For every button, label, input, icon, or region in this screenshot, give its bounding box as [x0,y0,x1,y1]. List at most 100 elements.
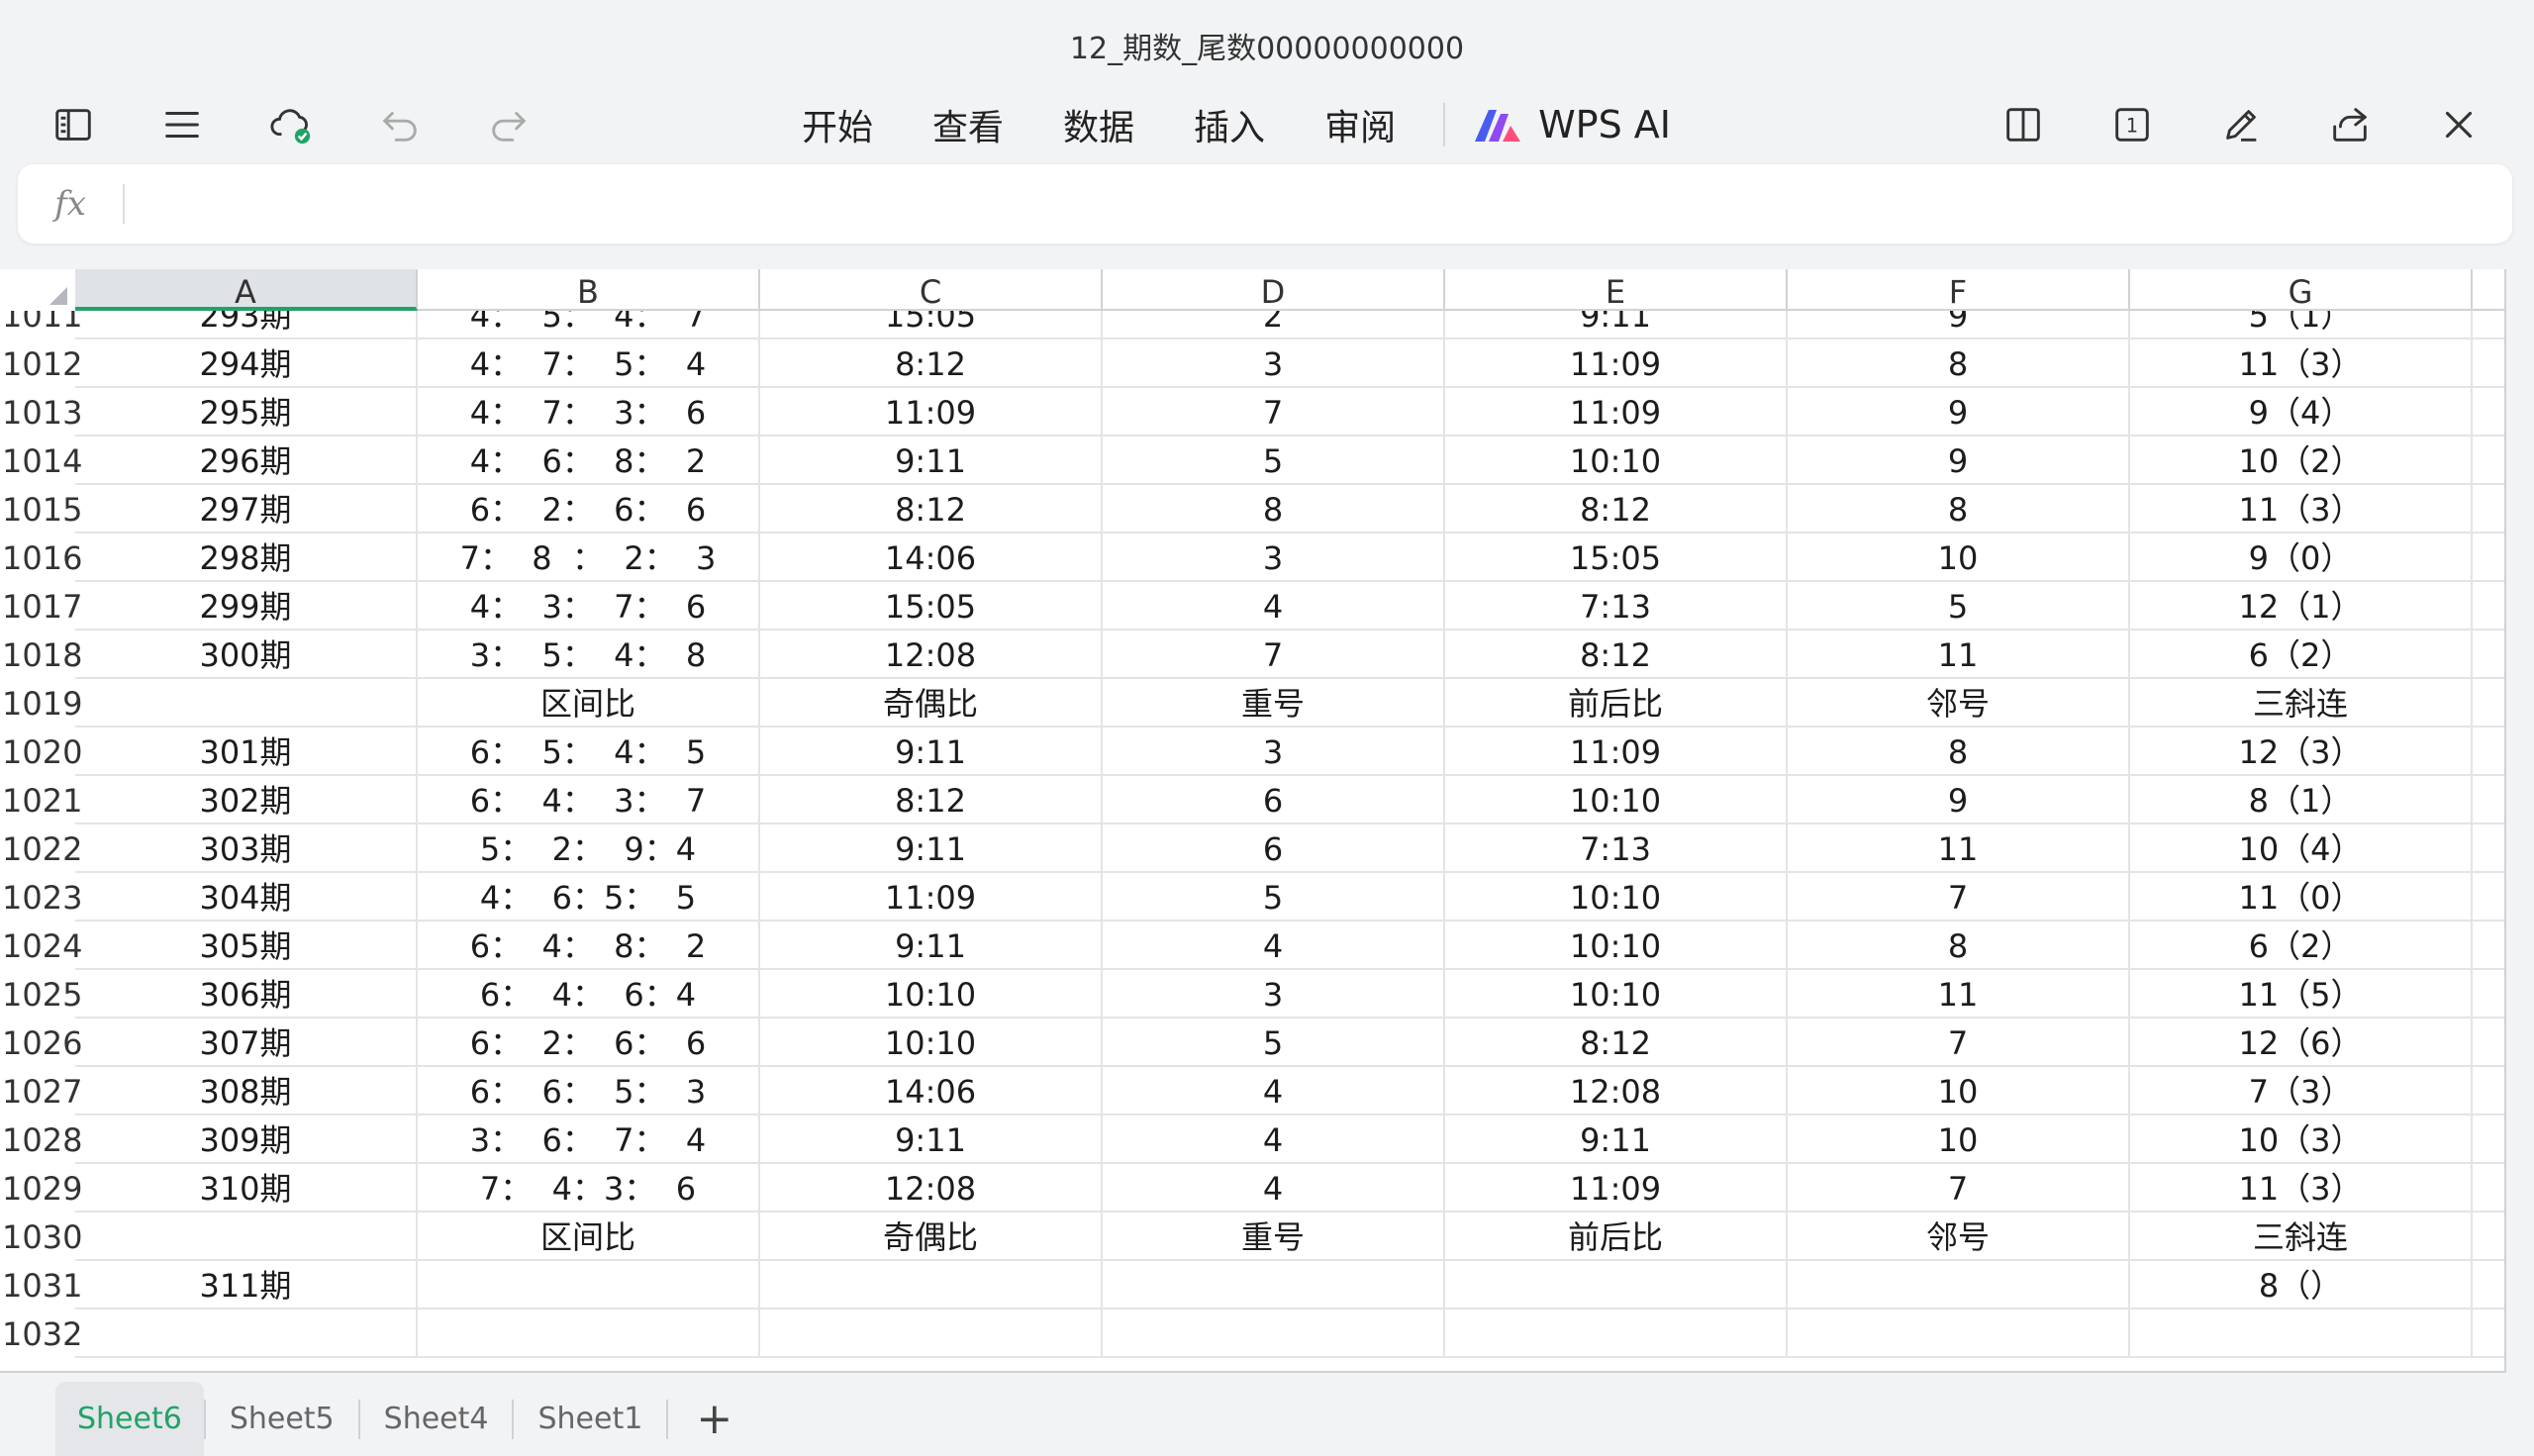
cell-d1021[interactable]: 6 [1103,776,1445,825]
cell-b1029[interactable]: 7： 4：3： 6 [418,1164,760,1213]
row-header[interactable]: 1020 [0,728,82,776]
cell-g1014[interactable]: 10（2） [2130,437,2473,485]
tab-review[interactable]: 审阅 [1295,99,1425,150]
cell-a1032[interactable] [75,1310,418,1358]
cell-g1032[interactable] [2130,1310,2473,1358]
cell-e1032[interactable] [1445,1310,1788,1358]
edit-pen-icon[interactable] [2205,89,2277,160]
row-header[interactable]: 1027 [0,1067,82,1116]
cell-f1021[interactable]: 9 [1788,776,2130,825]
tab-data[interactable]: 数据 [1033,99,1164,150]
close-icon[interactable] [2423,89,2494,160]
cell-a1026[interactable]: 307期 [75,1019,418,1067]
cell-b1021[interactable]: 6： 4： 3： 7 [418,776,760,825]
spreadsheet-grid[interactable]: 1011 293期 4： 5： 4： 7 15:05 2 9:11 9 5（1） 1012 294… [0,269,2506,1373]
cell-d1015[interactable]: 8 [1103,485,1445,534]
cell-g1019[interactable]: 三斜连 [2130,679,2473,728]
cell-f1024[interactable]: 8 [1788,922,2130,970]
cell-b1018[interactable]: 3： 5： 4： 8 [418,631,760,679]
cloud-sync-icon[interactable] [255,89,327,160]
cell-b1024[interactable]: 6： 4： 8： 2 [418,922,760,970]
cell-e1029[interactable]: 11:09 [1445,1164,1788,1213]
cell-a1012[interactable]: 294期 [75,340,418,388]
row-header[interactable]: 1018 [0,631,82,679]
row-header[interactable]: 1029 [0,1164,82,1213]
cell-b1013[interactable]: 4： 7： 3： 6 [418,388,760,437]
column-header-f[interactable]: F [1788,269,2130,311]
cell-d1024[interactable]: 4 [1103,922,1445,970]
cell-g1015[interactable]: 11（3） [2130,485,2473,534]
tab-home[interactable]: 开始 [772,99,903,150]
cell-a1017[interactable]: 299期 [75,582,418,631]
cell-g1024[interactable]: 6（2） [2130,922,2473,970]
cell-g1018[interactable]: 6（2） [2130,631,2473,679]
cell-a1013[interactable]: 295期 [75,388,418,437]
cell-c1021[interactable]: 8:12 [760,776,1103,825]
page-count-icon[interactable]: 1 [2096,89,2168,160]
cell-d1013[interactable]: 7 [1103,388,1445,437]
cell-g1025[interactable]: 11（5） [2130,970,2473,1019]
cell-c1012[interactable]: 8:12 [760,340,1103,388]
cell-d1023[interactable]: 5 [1103,873,1445,922]
cell-a1029[interactable]: 310期 [75,1164,418,1213]
cell-f1026[interactable]: 7 [1788,1019,2130,1067]
cell-c1027[interactable]: 14:06 [760,1067,1103,1116]
cell-c1022[interactable]: 9:11 [760,825,1103,873]
cell-c1028[interactable]: 9:11 [760,1116,1103,1164]
split-view-icon[interactable] [1988,89,2059,160]
cell-e1018[interactable]: 8:12 [1445,631,1788,679]
cell-f1019[interactable]: 邻号 [1788,679,2130,728]
row-header[interactable]: 1013 [0,388,82,437]
cell-e1023[interactable]: 10:10 [1445,873,1788,922]
cell-d1020[interactable]: 3 [1103,728,1445,776]
select-all-corner[interactable] [0,269,75,311]
cell-d1029[interactable]: 4 [1103,1164,1445,1213]
cell-g1030[interactable]: 三斜连 [2130,1213,2473,1261]
cell-b1028[interactable]: 3： 6： 7： 4 [418,1116,760,1164]
sidebar-toggle-icon[interactable] [38,89,109,160]
row-header[interactable]: 1012 [0,340,82,388]
cell-e1014[interactable]: 10:10 [1445,437,1788,485]
cell-a1019[interactable] [75,679,418,728]
cell-e1028[interactable]: 9:11 [1445,1116,1788,1164]
row-header[interactable]: 1030 [0,1213,82,1261]
cell-c1024[interactable]: 9:11 [760,922,1103,970]
cell-f1025[interactable]: 11 [1788,970,2130,1019]
formula-input[interactable] [125,164,2512,243]
cell-g1026[interactable]: 12（6） [2130,1019,2473,1067]
sheet-tab-sheet1[interactable]: Sheet1 [514,1382,666,1456]
cell-c1013[interactable]: 11:09 [760,388,1103,437]
cell-d1016[interactable]: 3 [1103,534,1445,582]
cell-a1015[interactable]: 297期 [75,485,418,534]
cell-f1031[interactable] [1788,1261,2130,1310]
row-header[interactable]: 1032 [0,1310,82,1358]
cell-b1026[interactable]: 6： 2： 6： 6 [418,1019,760,1067]
cell-f1029[interactable]: 7 [1788,1164,2130,1213]
cell-b1027[interactable]: 6： 6： 5： 3 [418,1067,760,1116]
cell-b1023[interactable]: 4： 6：5： 5 [418,873,760,922]
row-header[interactable]: 1024 [0,922,82,970]
cell-a1030[interactable] [75,1213,418,1261]
cell-f1020[interactable]: 8 [1788,728,2130,776]
cell-c1023[interactable]: 11:09 [760,873,1103,922]
cell-d1017[interactable]: 4 [1103,582,1445,631]
cell-b1019[interactable]: 区间比 [418,679,760,728]
cell-c1014[interactable]: 9:11 [760,437,1103,485]
column-header-g[interactable]: G [2130,269,2473,311]
redo-icon[interactable] [473,89,544,160]
cell-c1026[interactable]: 10:10 [760,1019,1103,1067]
row-header[interactable]: 1019 [0,679,82,728]
cell-c1017[interactable]: 15:05 [760,582,1103,631]
share-icon[interactable] [2314,89,2386,160]
cell-c1019[interactable]: 奇偶比 [760,679,1103,728]
cell-g1017[interactable]: 12（1） [2130,582,2473,631]
cell-f1016[interactable]: 10 [1788,534,2130,582]
cell-d1019[interactable]: 重号 [1103,679,1445,728]
cell-b1012[interactable]: 4： 7： 5： 4 [418,340,760,388]
cell-f1015[interactable]: 8 [1788,485,2130,534]
cell-c1020[interactable]: 9:11 [760,728,1103,776]
cell-f1023[interactable]: 7 [1788,873,2130,922]
cell-e1022[interactable]: 7:13 [1445,825,1788,873]
cell-a1028[interactable]: 309期 [75,1116,418,1164]
cell-b1030[interactable]: 区间比 [418,1213,760,1261]
